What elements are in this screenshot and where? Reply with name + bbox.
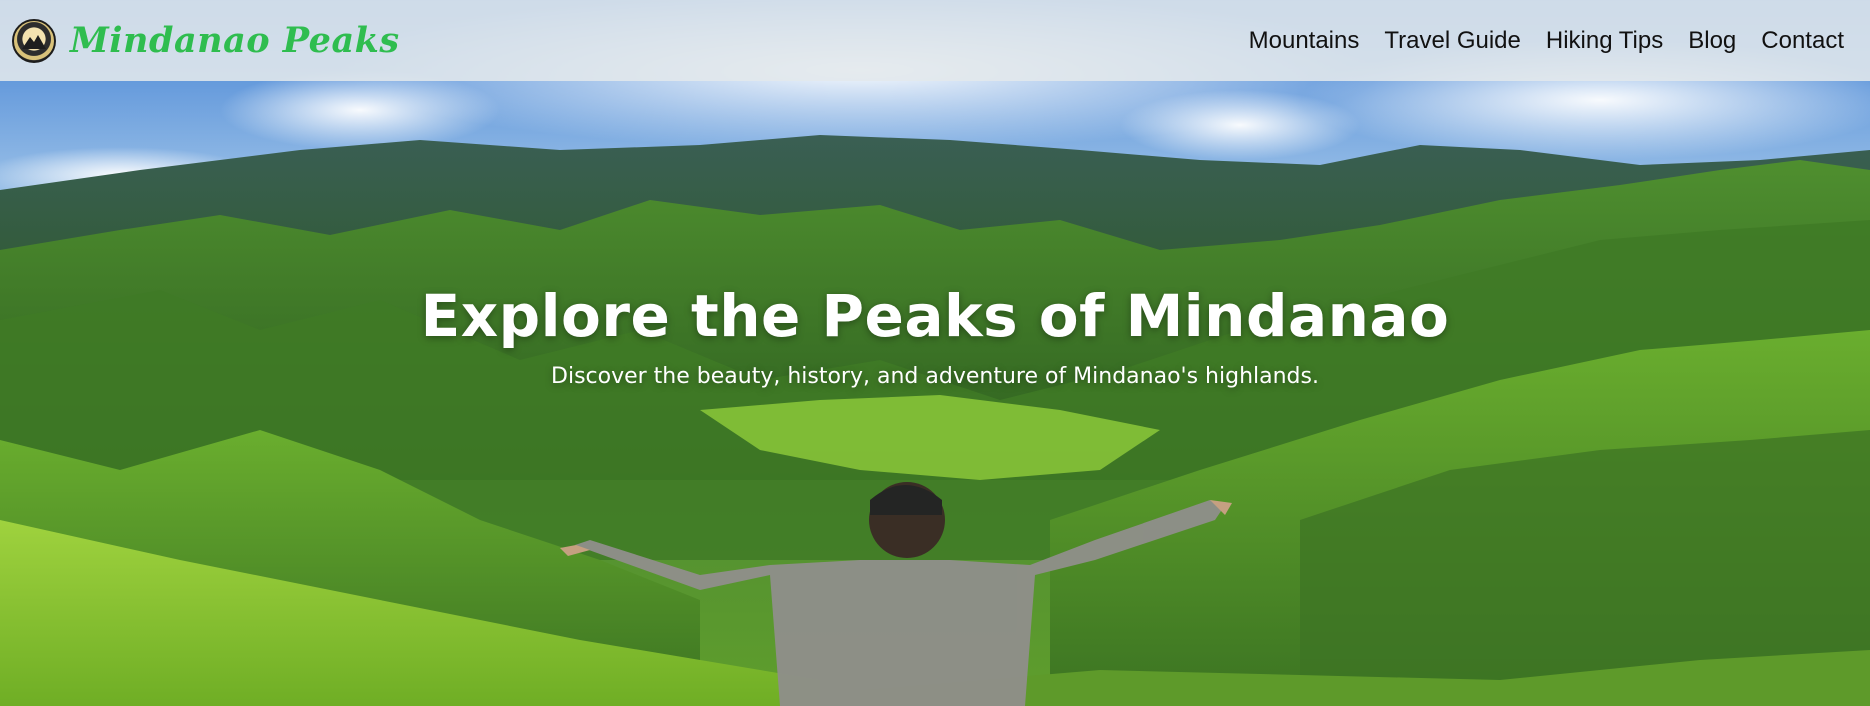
mountain-icon	[22, 34, 46, 49]
main-nav: Mountains Travel Guide Hiking Tips Blog …	[1249, 27, 1844, 55]
nav-link-contact[interactable]: Contact	[1761, 27, 1844, 55]
nav-link-travel-guide[interactable]: Travel Guide	[1384, 27, 1521, 55]
hero-subtitle: Discover the beauty, history, and advent…	[551, 364, 1319, 389]
top-navigation-bar: Mindanao Peaks Mountains Travel Guide Hi…	[0, 0, 1870, 81]
nav-link-blog[interactable]: Blog	[1688, 27, 1736, 55]
nav-link-hiking-tips[interactable]: Hiking Tips	[1546, 27, 1663, 55]
brand[interactable]: Mindanao Peaks	[12, 18, 400, 63]
hero-title: Explore the Peaks of Mindanao	[420, 282, 1450, 350]
nav-link-mountains[interactable]: Mountains	[1249, 27, 1360, 55]
mountain-badge-icon[interactable]	[12, 18, 56, 63]
brand-name[interactable]: Mindanao Peaks	[70, 20, 400, 61]
hero-copy: Explore the Peaks of Mindanao Discover t…	[0, 282, 1870, 389]
